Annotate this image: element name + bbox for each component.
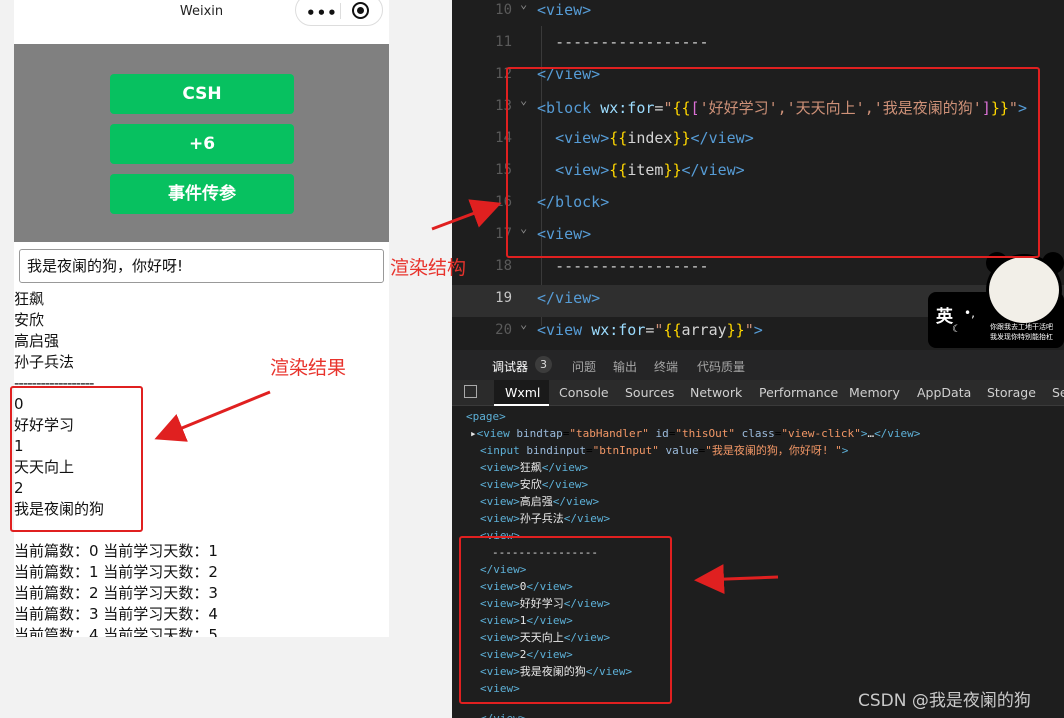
phone-simulator: Weixin ••• CSH +6 事件传参 我是夜阑的狗，你好呀! 狂飙 安欣… — [14, 0, 389, 637]
tab-code-quality[interactable]: 代码质量 — [697, 358, 745, 375]
navigation-bar: Weixin ••• — [14, 0, 389, 44]
line-number: 17 — [495, 226, 512, 242]
tool-more[interactable]: Se — [1052, 385, 1064, 400]
tab-output[interactable]: 输出 — [613, 358, 637, 375]
line-number: 19 — [495, 290, 512, 306]
list-item: 安欣 — [14, 311, 45, 329]
ime-indicator: 英 — [936, 307, 953, 327]
code-line: 11 ----------------- — [452, 29, 1064, 61]
line-number: 20 — [495, 322, 512, 338]
capsule-divider — [340, 3, 341, 19]
tool-sources[interactable]: Sources — [625, 385, 674, 400]
inspect-cursor-icon[interactable] — [464, 385, 477, 398]
stat-line: 当前篇数：1 当前学习天数：2 — [14, 563, 218, 581]
list-item: 狂飙 — [14, 290, 45, 308]
result-highlight-box — [10, 386, 143, 532]
tree-highlight-box — [459, 536, 672, 704]
sticker-caption: 你跟我去工地干活吧 我发现你特别能抬杠 — [990, 323, 1053, 341]
tab-problems[interactable]: 问题 — [572, 358, 596, 375]
tool-memory[interactable]: Memory — [849, 385, 900, 400]
csh-button[interactable]: CSH — [110, 74, 294, 114]
panda-face-icon — [986, 254, 1062, 326]
stat-line: 当前篇数：2 当前学习天数：3 — [14, 584, 218, 602]
line-number: 14 — [495, 130, 512, 146]
render-result-label: 渲染结果 — [270, 357, 347, 379]
panda-sticker: 英 •, ☾ 你跟我去工地干活吧 我发现你特别能抬杠 — [928, 252, 1064, 348]
list-item: 孙子兵法 — [14, 353, 75, 371]
tree-node-page[interactable]: <page> — [466, 408, 506, 425]
tree-node-close: </view> — [480, 710, 526, 718]
code-dashes: ----------------- — [555, 33, 709, 51]
tool-performance[interactable]: Performance — [759, 385, 838, 400]
plus-six-button[interactable]: +6 — [110, 124, 294, 164]
tool-storage[interactable]: Storage — [987, 385, 1036, 400]
tool-console[interactable]: Console — [559, 385, 609, 400]
fold-icon[interactable]: ⌄ — [520, 0, 527, 11]
view-click-area[interactable]: CSH +6 事件传参 — [14, 44, 389, 242]
tree-node-view[interactable]: <view>狂飙</view> — [480, 459, 588, 476]
tree-node-view[interactable]: <view>孙子兵法</view> — [480, 510, 610, 527]
line-number: 10 — [495, 2, 512, 18]
render-structure-label: 渲染结构 — [390, 257, 467, 279]
stat-line: 当前篇数：4 当前学习天数：5 — [14, 626, 218, 637]
structure-highlight-box — [506, 67, 1040, 258]
array-expression: array — [681, 321, 727, 339]
list-item: 高启强 — [14, 332, 60, 350]
more-icon[interactable]: ••• — [306, 4, 338, 22]
close-target-icon[interactable] — [352, 2, 369, 19]
tool-appdata[interactable]: AppData — [917, 385, 971, 400]
panel-tabs: 调试器 3 问题 输出 终端 代码质量 — [452, 350, 1064, 380]
tree-node-view[interactable]: ▸<view bindtap="tabHandler" id="thisOut"… — [470, 425, 920, 442]
tree-node-view[interactable]: <view>安欣</view> — [480, 476, 588, 493]
debugger-badge: 3 — [535, 356, 552, 373]
capsule-menu[interactable]: ••• — [295, 0, 383, 26]
fold-icon[interactable]: ⌄ — [520, 317, 527, 331]
line-number: 16 — [495, 194, 512, 210]
csdn-watermark: CSDN @我是夜阑的狗 — [858, 691, 1031, 711]
event-param-button[interactable]: 事件传参 — [110, 174, 294, 214]
stat-line: 当前篇数：0 当前学习天数：1 — [14, 542, 218, 560]
code-dashes: ----------------- — [555, 257, 709, 275]
stat-line: 当前篇数：3 当前学习天数：4 — [14, 605, 218, 623]
devtools-toolbar: Wxml Console Sources Network Performance… — [452, 380, 1064, 406]
tool-wxml[interactable]: Wxml — [505, 385, 540, 400]
tab-terminal[interactable]: 终端 — [654, 358, 678, 375]
line-number: 13 — [495, 98, 512, 114]
line-number: 11 — [495, 34, 512, 50]
tool-network[interactable]: Network — [690, 385, 742, 400]
tab-debugger[interactable]: 调试器 — [492, 358, 528, 375]
text-input[interactable]: 我是夜阑的狗，你好呀! — [19, 249, 384, 283]
tree-node-input[interactable]: <input bindinput="btnInput" value="我是夜阑的… — [480, 442, 848, 459]
tree-node-view[interactable]: <view>高启强</view> — [480, 493, 599, 510]
line-number: 12 — [495, 66, 512, 82]
moon-icon: ☾ — [952, 324, 961, 335]
line-number: 15 — [495, 162, 512, 178]
code-line: 10 ⌄ <view> — [452, 0, 1064, 29]
